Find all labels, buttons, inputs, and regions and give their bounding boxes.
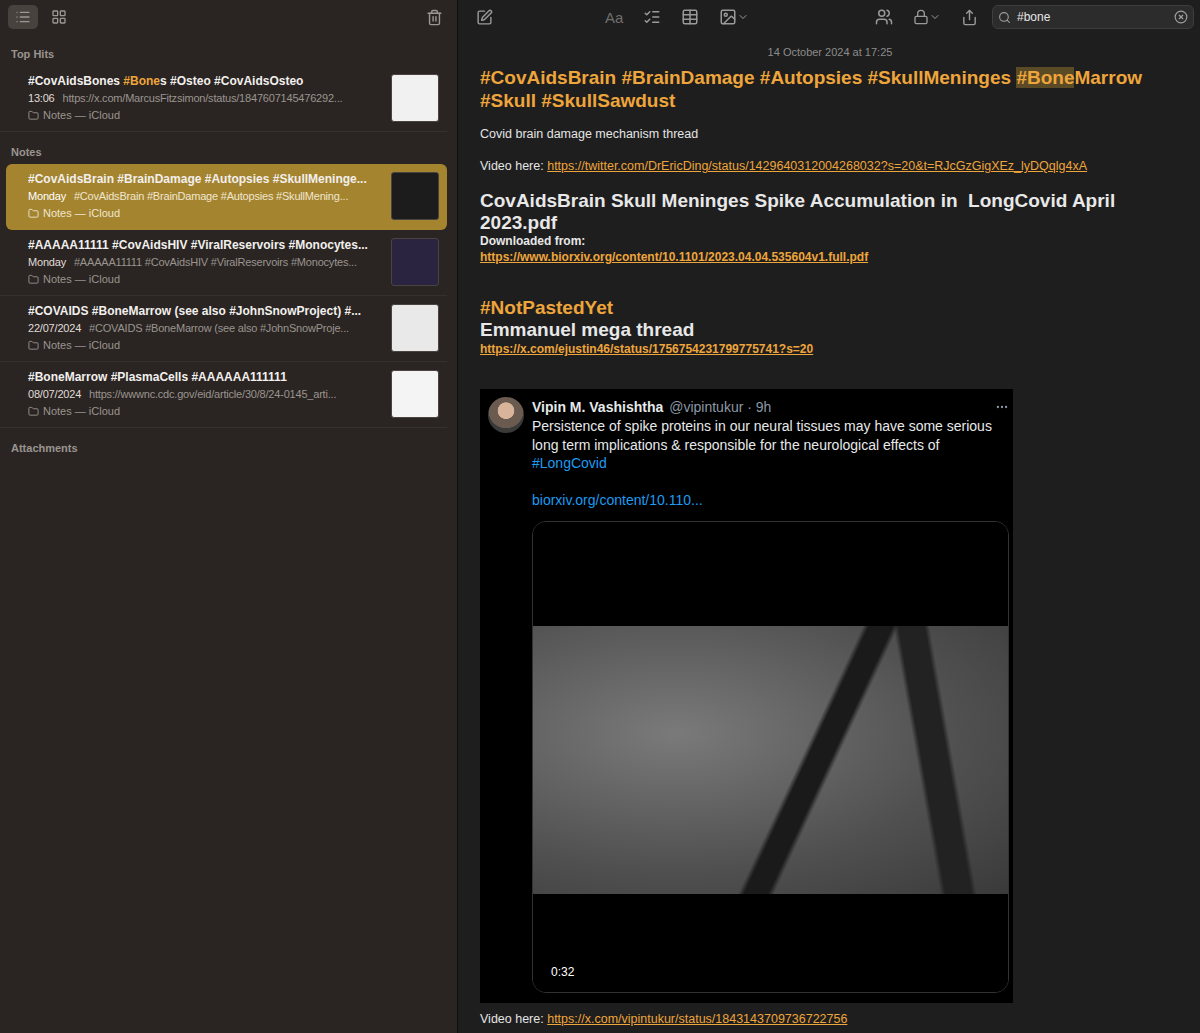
search-field[interactable]: #bone: [992, 5, 1194, 29]
note-folder: Notes — iCloud: [28, 272, 385, 287]
share-icon: [961, 9, 978, 26]
folder-icon: [28, 406, 39, 417]
chevron-icon: [737, 11, 749, 23]
blank-line: [480, 174, 1180, 190]
blank-line: [480, 142, 1180, 158]
note-thumbnail: [391, 370, 439, 418]
lock-icon: [913, 9, 929, 25]
note-row[interactable]: #BoneMarrow #PlasmaCells #AAAAAA111111 08…: [0, 362, 447, 428]
note-row[interactable]: #CovAidsBrain #BrainDamage #Autopsies #S…: [6, 164, 447, 230]
sidebar-toolbar: [0, 0, 457, 34]
note-preview: 08/07/2024https://wwwnc.cdc.gov/eid/arti…: [28, 387, 385, 402]
note-text[interactable]: Covid brain damage mechanism thread: [480, 126, 1180, 142]
note-link[interactable]: https://x.com/ejustin46/status/175675423…: [480, 341, 1180, 357]
view-mode-button[interactable]: [8, 5, 38, 29]
lock-button[interactable]: [913, 9, 941, 25]
clear-icon[interactable]: [1174, 10, 1188, 24]
note-title-heading[interactable]: #CovAidsBrain #BrainDamage #Autopsies #S…: [480, 66, 1180, 112]
blank-line: [480, 281, 1180, 297]
list-icon: [15, 9, 31, 25]
note-title: #CovAidsBones #Bones #Osteo #CovAidsOste…: [28, 73, 385, 89]
tweet-author: Vipin M. Vashishtha: [532, 397, 663, 417]
note-title: #AAAAA11111 #CovAidsHIV #ViralReservoirs…: [28, 237, 385, 253]
section-heading: Top Hits: [0, 48, 457, 60]
note-preview: Monday#AAAAA11111 #CovAidsHIV #ViralRese…: [28, 255, 385, 270]
note-folder: Notes — iCloud: [28, 206, 385, 221]
note-title: #BoneMarrow #PlasmaCells #AAAAAA111111: [28, 369, 385, 385]
checklist-button[interactable]: [643, 8, 661, 26]
editor: Aa #bone 14 October 2024 at 17:25 #CovAidsB…: [458, 0, 1200, 1033]
trash-icon: [426, 9, 443, 26]
note-heading[interactable]: CovAidsBrain Skull Meninges Spike Accumu…: [480, 190, 1180, 234]
folder-icon: [28, 208, 39, 219]
link-line[interactable]: Video here: https://x.com/vipintukur/sta…: [480, 1011, 1180, 1027]
note-preview: 13:06https://x.com/MarcusFitzsimon/statu…: [28, 91, 385, 106]
compose-icon: [476, 9, 493, 26]
chevron-icon: [929, 11, 941, 23]
note-label[interactable]: Downloaded from:: [480, 234, 1180, 249]
folder-icon: [28, 340, 39, 351]
grid-icon: [51, 9, 67, 25]
note-link[interactable]: https://www.biorxiv.org/content/10.1101/…: [480, 249, 1180, 265]
note-folder: Notes — iCloud: [28, 338, 385, 353]
view-mode-button[interactable]: [44, 5, 74, 29]
media-button[interactable]: [719, 8, 749, 26]
note-row[interactable]: #AAAAA11111 #CovAidsHIV #ViralReservoirs…: [0, 230, 447, 296]
note-heading[interactable]: Emmanuel mega thread: [480, 319, 1180, 341]
table-icon: [681, 8, 699, 26]
link-line[interactable]: Video here: https://twitter.com/DrEricDi…: [480, 158, 1180, 174]
table-button[interactable]: [681, 8, 699, 26]
note-date: 14 October 2024 at 17:25: [480, 46, 1180, 58]
note-thumbnail: [391, 74, 439, 122]
note-thumbnail: [391, 172, 439, 220]
note-title: #CovAidsBrain #BrainDamage #Autopsies #S…: [28, 171, 385, 187]
note-thumbnail: [391, 238, 439, 286]
search-icon: [998, 11, 1011, 24]
note-title: #COVAIDS #BoneMarrow (see also #JohnSnow…: [28, 303, 385, 319]
video-picture: [533, 626, 1008, 894]
notes-window: Top Hits #CovAidsBones #Bones #Osteo #Cov…: [0, 0, 1200, 1033]
note-body[interactable]: 14 October 2024 at 17:25 #CovAidsBrain #B…: [458, 34, 1200, 1027]
collaborate-button[interactable]: [875, 8, 893, 26]
folder-icon: [28, 110, 39, 121]
collaborate-icon: [875, 8, 893, 26]
editor-toolbar: Aa #bone: [458, 0, 1200, 34]
note-row[interactable]: #CovAidsBones #Bones #Osteo #CovAidsOste…: [0, 66, 447, 132]
sidebar-section: Notes #CovAidsBrain #BrainDamage #Autopsi…: [0, 132, 457, 428]
tweet-image[interactable]: Vipin M. Vashishtha @vipintukur · 9hPersi…: [480, 389, 1013, 1003]
note-link[interactable]: https://x.com/vipintukur/status/18431437…: [547, 1012, 847, 1026]
note-thumbnail: [391, 304, 439, 352]
section-heading: Attachments: [0, 442, 457, 454]
sidebar-section: Attachments: [0, 428, 457, 460]
checklist-icon: [643, 8, 661, 26]
tweet-link: biorxiv.org/content/10.110...: [532, 491, 1009, 510]
tweet-video: 0:32: [532, 521, 1009, 993]
note-link[interactable]: https://twitter.com/DrEricDing/status/14…: [547, 159, 1087, 173]
note-row[interactable]: #COVAIDS #BoneMarrow (see also #JohnSnow…: [0, 296, 447, 362]
tweet-hashtag: #LongCovid: [532, 454, 1009, 473]
section-heading: Notes: [0, 146, 457, 158]
sidebar-section: Top Hits #CovAidsBones #Bones #Osteo #Cov…: [0, 34, 457, 132]
tweet-text: Persistence of spike proteins in our neu…: [532, 417, 1009, 454]
note-preview: 22/07/2024#COVAIDS #BoneMarrow (see also…: [28, 321, 385, 336]
sidebar: Top Hits #CovAidsBones #Bones #Osteo #Cov…: [0, 0, 458, 1033]
delete-button[interactable]: [426, 9, 443, 26]
video-duration: 0:32: [545, 963, 580, 982]
blank-line: [480, 265, 1180, 281]
avatar: [488, 397, 524, 433]
folder-icon: [28, 274, 39, 285]
tweet-handle: @vipintukur · 9h: [669, 397, 989, 417]
format-button[interactable]: Aa: [605, 9, 623, 26]
more-icon: [995, 400, 1009, 414]
note-preview: Monday#CovAidsBrain #BrainDamage #Autops…: [28, 189, 385, 204]
search-text[interactable]: #bone: [1017, 10, 1168, 24]
note-folder: Notes — iCloud: [28, 404, 385, 419]
share-button[interactable]: [961, 9, 978, 26]
blank-line: [480, 357, 1180, 373]
note-folder: Notes — iCloud: [28, 108, 385, 123]
compose-button[interactable]: [476, 9, 493, 26]
media-icon: [719, 8, 737, 26]
tag-heading[interactable]: #NotPastedYet: [480, 297, 1180, 319]
blank-line: [480, 373, 1180, 389]
